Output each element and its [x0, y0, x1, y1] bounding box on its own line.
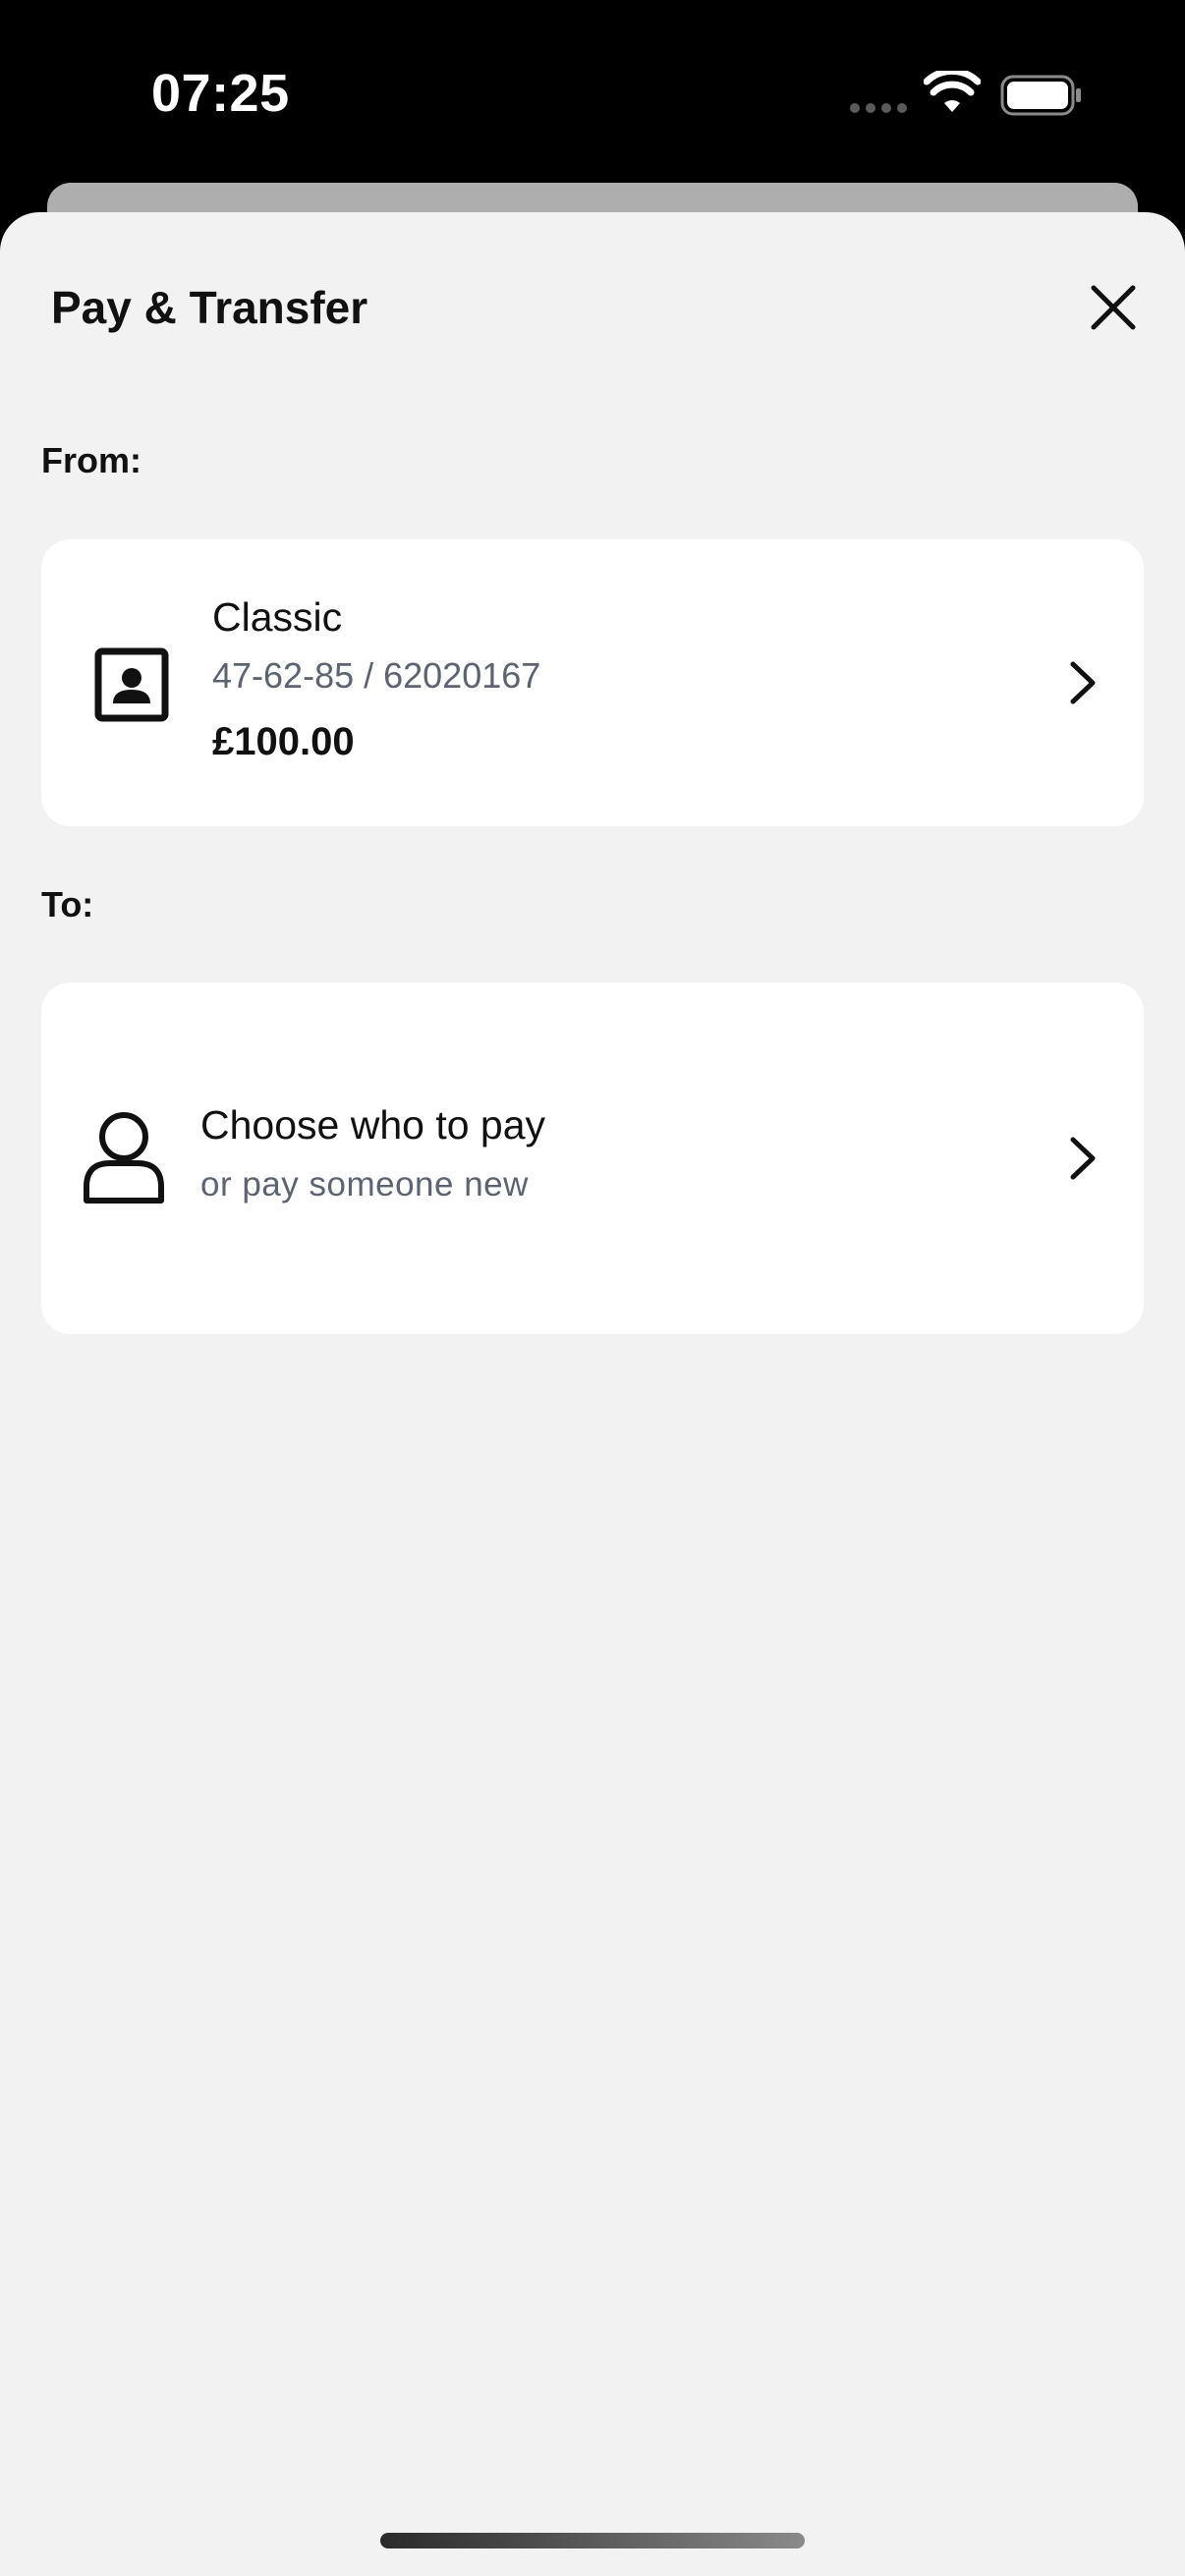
- chevron-right-icon: [1070, 661, 1096, 704]
- wifi-icon: [924, 71, 981, 112]
- cellular-signal-icon: [850, 103, 907, 113]
- to-label: To:: [41, 884, 94, 924]
- account-icon: [94, 647, 169, 722]
- close-icon[interactable]: [1081, 275, 1146, 340]
- sheet-title: Pay & Transfer: [51, 282, 368, 333]
- status-time: 07:25: [151, 64, 290, 123]
- battery-icon: [1000, 75, 1081, 116]
- from-label: From:: [41, 440, 141, 480]
- account-name: Classic: [212, 594, 343, 640]
- choose-payee-card[interactable]: Choose who to pay or pay someone new: [41, 982, 1144, 1334]
- pay-transfer-sheet: Pay & Transfer From: Classic 47-62-85 / …: [0, 212, 1185, 2576]
- payee-title: Choose who to pay: [200, 1102, 546, 1148]
- person-icon: [84, 1112, 164, 1204]
- chevron-right-icon: [1070, 1137, 1096, 1180]
- home-indicator[interactable]: [380, 2533, 805, 2548]
- from-account-card[interactable]: Classic 47-62-85 / 62020167 £100.00: [41, 539, 1144, 826]
- account-balance: £100.00: [212, 720, 355, 763]
- status-bar: 07:25: [0, 0, 1185, 183]
- account-number: 47-62-85 / 62020167: [212, 655, 541, 696]
- payee-subtitle: or pay someone new: [200, 1165, 529, 1204]
